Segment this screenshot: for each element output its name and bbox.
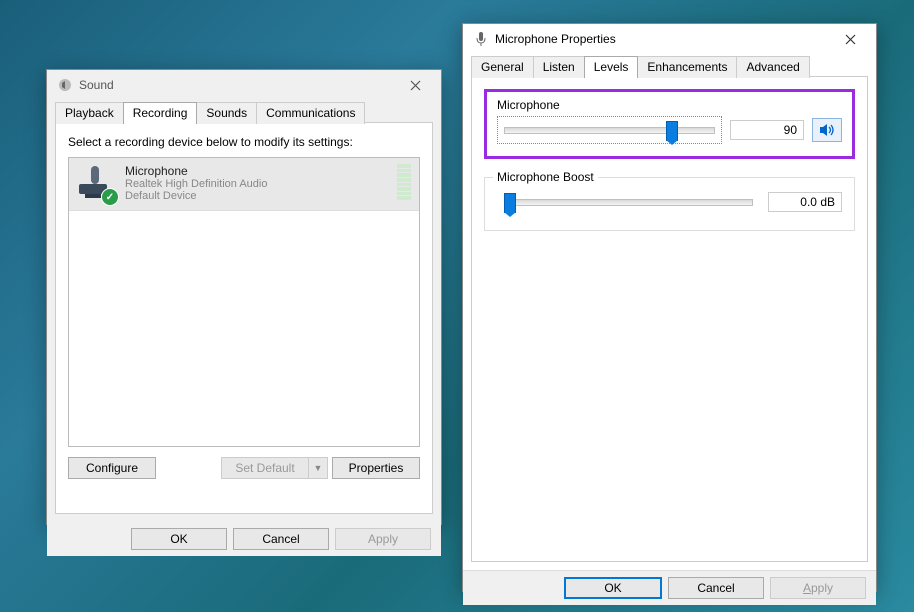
- microphone-value[interactable]: 90: [730, 120, 804, 140]
- level-meter: [397, 164, 411, 200]
- instructions-text: Select a recording device below to modif…: [68, 135, 420, 149]
- sound-tabstrip: Playback Recording Sounds Communications: [47, 102, 441, 124]
- microphone-level-group: Microphone 90: [484, 89, 855, 159]
- sound-tab-panel: Select a recording device below to modif…: [55, 122, 433, 514]
- microphone-device-icon: ✓: [77, 164, 117, 204]
- device-text: Microphone Realtek High Definition Audio…: [125, 164, 397, 204]
- speaker-icon[interactable]: [812, 118, 842, 142]
- device-description: Realtek High Definition Audio: [125, 178, 397, 190]
- microphone-slider-row: 90: [497, 116, 842, 144]
- cancel-button[interactable]: Cancel: [233, 528, 329, 550]
- device-name: Microphone: [125, 164, 397, 178]
- tab-listen[interactable]: Listen: [533, 56, 585, 78]
- mic-tab-panel: Microphone 90 Microphone Boost: [471, 76, 868, 562]
- sound-window: Sound Playback Recording Sounds Communic…: [46, 69, 442, 525]
- boost-slider[interactable]: [497, 188, 760, 216]
- sound-bottom-buttons: Configure Set Default ▼ Properties: [68, 457, 420, 479]
- device-item-microphone[interactable]: ✓ Microphone Realtek High Definition Aud…: [69, 158, 419, 211]
- boost-label: Microphone Boost: [493, 170, 598, 184]
- microphone-slider-thumb[interactable]: [666, 121, 678, 141]
- sound-icon: [57, 77, 73, 93]
- microphone-label: Microphone: [497, 98, 842, 112]
- mic-dialog-buttons: OK Cancel Apply: [463, 570, 876, 605]
- tab-playback[interactable]: Playback: [55, 102, 124, 124]
- close-button[interactable]: [830, 26, 870, 52]
- apply-button[interactable]: Apply: [770, 577, 866, 599]
- ok-button[interactable]: OK: [564, 577, 662, 599]
- tab-sounds[interactable]: Sounds: [196, 102, 257, 124]
- microphone-icon: [473, 31, 489, 47]
- close-button[interactable]: [395, 72, 435, 98]
- sound-dialog-buttons: OK Cancel Apply: [47, 522, 441, 556]
- tab-communications[interactable]: Communications: [256, 102, 365, 124]
- set-default-dropdown[interactable]: ▼: [308, 457, 328, 479]
- tab-enhancements[interactable]: Enhancements: [637, 56, 737, 78]
- boost-slider-thumb[interactable]: [504, 193, 516, 213]
- mic-title: Microphone Properties: [495, 32, 830, 46]
- tab-recording[interactable]: Recording: [123, 102, 198, 124]
- apply-button[interactable]: Apply: [335, 528, 431, 550]
- boost-value[interactable]: 0.0 dB: [768, 192, 842, 212]
- cancel-button[interactable]: Cancel: [668, 577, 764, 599]
- check-icon: ✓: [101, 188, 119, 206]
- tab-advanced[interactable]: Advanced: [736, 56, 809, 78]
- boost-slider-row: 0.0 dB: [497, 188, 842, 216]
- tab-levels[interactable]: Levels: [584, 56, 639, 78]
- tab-general[interactable]: General: [471, 56, 534, 78]
- mic-properties-window: Microphone Properties General Listen Lev…: [462, 23, 877, 592]
- ok-button[interactable]: OK: [131, 528, 227, 550]
- microphone-boost-group: Microphone Boost 0.0 dB: [484, 177, 855, 231]
- microphone-slider[interactable]: [497, 116, 722, 144]
- configure-button[interactable]: Configure: [68, 457, 156, 479]
- device-list[interactable]: ✓ Microphone Realtek High Definition Aud…: [68, 157, 420, 447]
- properties-button[interactable]: Properties: [332, 457, 420, 479]
- mic-tabstrip: General Listen Levels Enhancements Advan…: [463, 56, 876, 78]
- device-status: Default Device: [125, 190, 397, 202]
- set-default-button[interactable]: Set Default: [221, 457, 309, 479]
- sound-titlebar[interactable]: Sound: [47, 70, 441, 100]
- mic-titlebar[interactable]: Microphone Properties: [463, 24, 876, 54]
- sound-title: Sound: [79, 78, 395, 92]
